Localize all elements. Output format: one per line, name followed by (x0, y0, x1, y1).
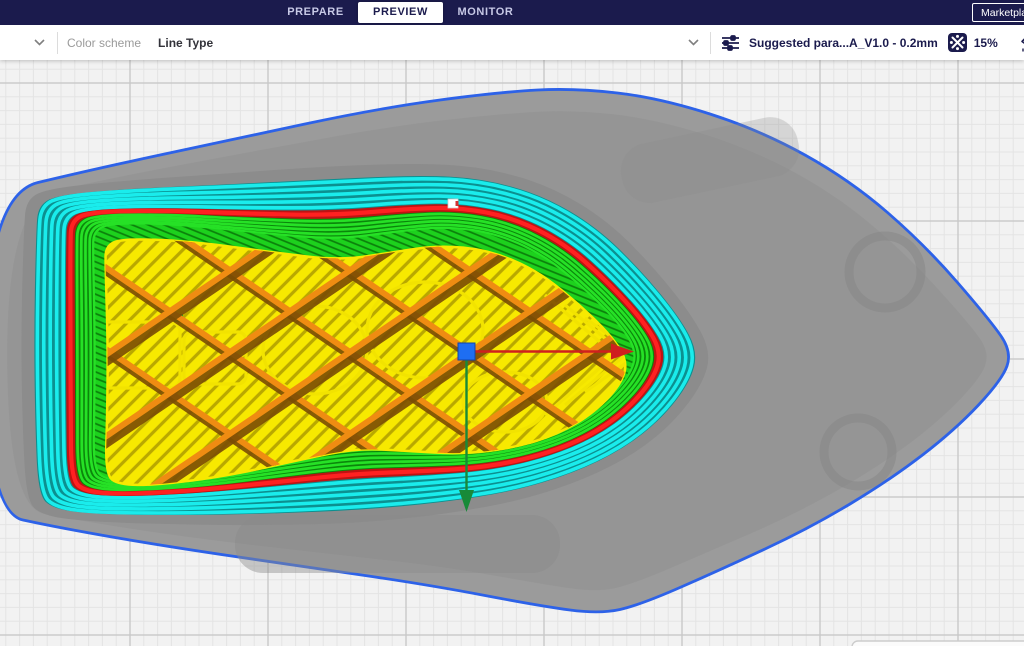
nozzle-position-marker (458, 343, 475, 360)
infill-icon (947, 32, 968, 53)
print-profile-dropdown[interactable]: Suggested para...A_V1.0 - 0.2mm (749, 36, 938, 50)
infill-percentage: 15% (974, 36, 998, 50)
color-scheme-label: Color scheme (67, 36, 141, 50)
cura-preview-window: PREPARE PREVIEW MONITOR Marketplace Colo… (0, 0, 1024, 646)
tab-prepare[interactable]: PREPARE (273, 0, 358, 25)
print-setup-chevron-icon[interactable] (688, 39, 699, 46)
bottom-panel-peek[interactable] (852, 641, 1024, 646)
tab-preview[interactable]: PREVIEW (358, 2, 443, 23)
stage-tabs: PREPARE PREVIEW MONITOR (273, 0, 528, 25)
print-setup-group: Suggested para...A_V1.0 - 0.2mm 15% (688, 25, 1024, 60)
print-settings-sliders-icon[interactable] (721, 34, 740, 52)
toolbar-divider (57, 32, 58, 54)
build-plate-viewport[interactable] (0, 60, 1024, 646)
toolbar-left-chevron-icon[interactable] (34, 39, 45, 46)
color-scheme-group: Color scheme Line Type (0, 32, 213, 54)
tab-monitor[interactable]: MONITOR (443, 0, 528, 25)
marketplace-button[interactable]: Marketplace (972, 3, 1024, 22)
sliced-model-scene[interactable] (0, 60, 1024, 646)
toolbar-divider (710, 32, 711, 54)
main-header: PREPARE PREVIEW MONITOR Marketplace (0, 0, 1024, 25)
color-scheme-value[interactable]: Line Type (158, 36, 213, 50)
support-icon (1019, 33, 1024, 53)
preview-toolbar: Color scheme Line Type Suggested para...… (0, 25, 1024, 60)
